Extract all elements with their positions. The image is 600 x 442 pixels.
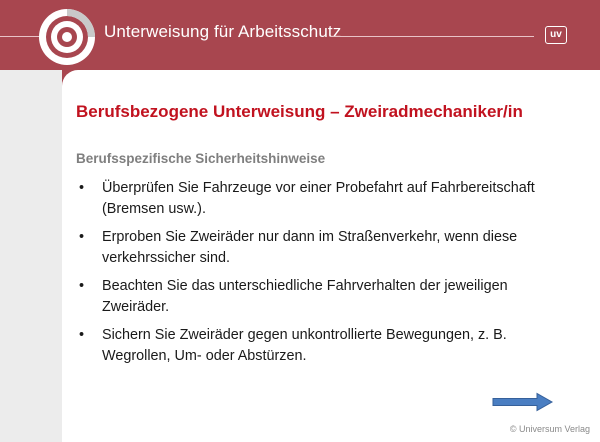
bullet-item: • Erproben Sie Zweiräder nur dann im Str… — [76, 227, 546, 269]
slide-title: Berufsbezogene Unterweisung – Zweiradmec… — [76, 102, 523, 121]
copyright-text: © Universum Verlag — [509, 424, 590, 434]
bullet-item: • Beachten Sie das unterschiedliche Fahr… — [76, 276, 546, 318]
circular-target-logo-icon — [39, 9, 95, 65]
app-title: Unterweisung für Arbeitsschutz — [104, 22, 342, 41]
bullet-list: • Überprüfen Sie Fahrzeuge vor einer Pro… — [76, 178, 546, 374]
bullet-text: Erproben Sie Zweiräder nur dann im Straß… — [102, 229, 518, 266]
bullet-item: • Sichern Sie Zweiräder gegen unkontroll… — [76, 325, 546, 367]
slide-subtitle: Berufsspezifische Sicherheitshinweise — [76, 151, 326, 166]
slide-content: Berufsbezogene Unterweisung – Zweiradmec… — [62, 70, 600, 442]
bullet-icon: • — [79, 180, 85, 196]
bullet-icon: • — [79, 327, 85, 343]
bullet-text: Sichern Sie Zweiräder gegen unkontrollie… — [102, 327, 507, 364]
header-divider-left — [0, 36, 40, 37]
arrow-right-icon[interactable] — [492, 392, 554, 412]
header-bar: Unterweisung für Arbeitsschutz uv — [0, 0, 600, 70]
uv-badge-icon: uv — [545, 26, 567, 44]
bullet-item: • Überprüfen Sie Fahrzeuge vor einer Pro… — [76, 178, 546, 220]
bullet-text: Beachten Sie das unterschiedliche Fahrve… — [102, 278, 508, 315]
bullet-icon: • — [79, 278, 85, 294]
side-strip — [0, 70, 62, 442]
header-divider-right — [330, 36, 534, 37]
bullet-icon: • — [79, 229, 85, 245]
bullet-text: Überprüfen Sie Fahrzeuge vor einer Probe… — [102, 180, 535, 217]
